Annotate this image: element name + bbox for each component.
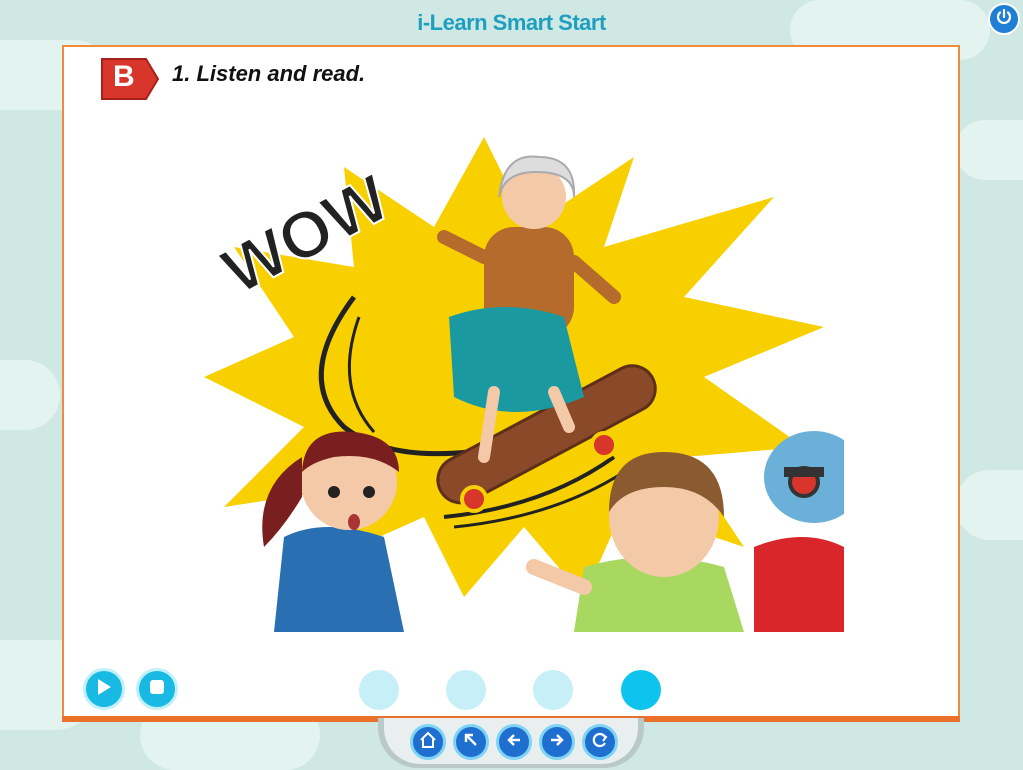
arrow-up-left-icon xyxy=(462,731,480,753)
instruction-text: 1. Listen and read. xyxy=(172,61,366,86)
slide-dot-2[interactable] xyxy=(446,670,486,710)
refresh-button[interactable] xyxy=(582,724,618,760)
story-illustration: WOW xyxy=(184,127,864,636)
slide-dot-1[interactable] xyxy=(359,670,399,710)
previous-button[interactable] xyxy=(496,724,532,760)
play-button[interactable] xyxy=(83,668,125,710)
arrow-right-icon xyxy=(548,731,566,753)
power-button[interactable] xyxy=(988,3,1020,35)
section-badge-letter: B xyxy=(113,60,135,93)
up-left-button[interactable] xyxy=(453,724,489,760)
stop-button[interactable] xyxy=(136,668,178,710)
section-badge: B xyxy=(100,57,160,105)
home-button[interactable] xyxy=(410,724,446,760)
background-cloud xyxy=(955,470,1023,540)
power-icon xyxy=(995,8,1013,30)
play-icon xyxy=(96,678,112,700)
home-icon xyxy=(419,731,437,753)
stop-icon xyxy=(149,679,165,699)
next-button[interactable] xyxy=(539,724,575,760)
app-title: i-Learn Smart Start xyxy=(417,10,606,35)
lesson-card: B 1. Listen and read. WOW xyxy=(62,45,960,722)
slide-dot-3[interactable] xyxy=(533,670,573,710)
arrow-left-icon xyxy=(505,731,523,753)
background-cloud xyxy=(955,120,1023,180)
slide-dot-4[interactable] xyxy=(621,670,661,710)
background-cloud xyxy=(0,360,60,430)
refresh-icon xyxy=(591,731,609,753)
